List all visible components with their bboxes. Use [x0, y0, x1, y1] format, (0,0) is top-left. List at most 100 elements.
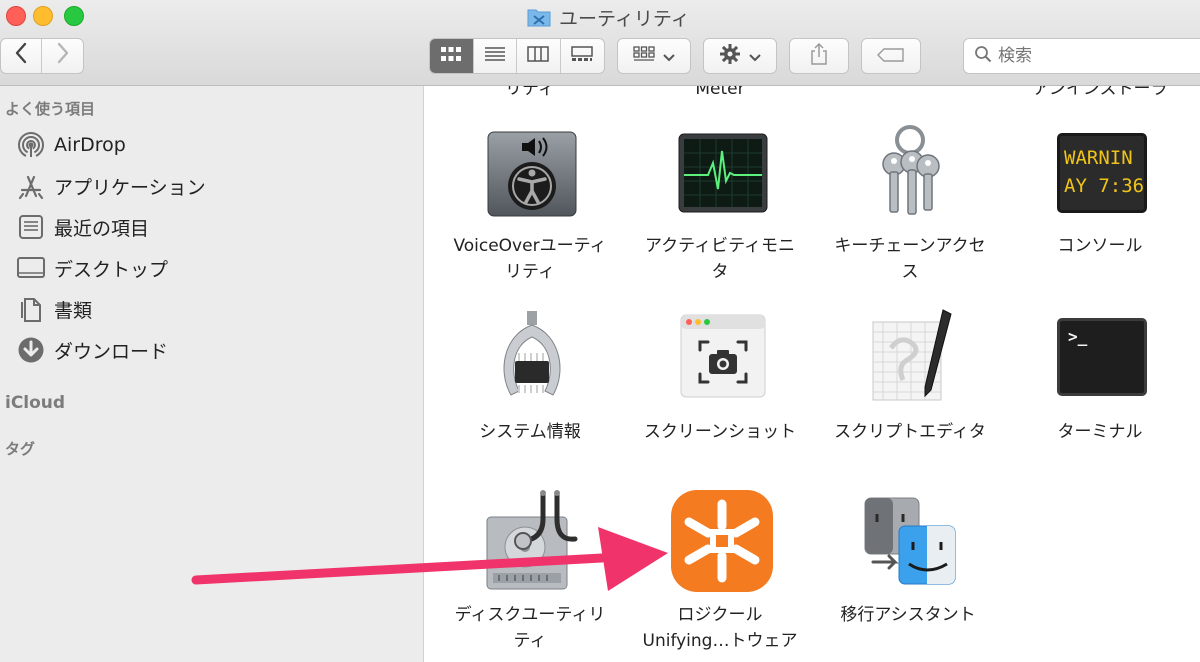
icloud-header: iCloud [5, 393, 66, 413]
search-input[interactable] [998, 46, 1198, 66]
share-icon [810, 42, 828, 69]
file-label-line: ロジクール [677, 605, 763, 625]
file-label-line: Unifying…トウェア [642, 631, 798, 651]
airdrop-icon [16, 130, 46, 160]
chevron-down-icon [749, 47, 761, 66]
system-information-app-icon[interactable] [489, 311, 575, 415]
file-label-line: タ [711, 262, 729, 282]
forward-button[interactable] [42, 39, 83, 73]
file-label[interactable]: アクティビティモニ タ [625, 233, 815, 285]
file-label[interactable]: VoiceOverユーティ リティ [435, 233, 625, 285]
sidebar-item-applications[interactable]: アプリケーション [16, 170, 206, 202]
view-mode-control [429, 38, 605, 74]
file-label-line: スクリーンショット [643, 422, 797, 442]
sidebar-item-label: ダウンロード [54, 340, 169, 363]
file-label-line: システム情報 [479, 422, 581, 442]
file-label[interactable]: システム情報 [435, 419, 625, 445]
sidebar-item-label: AirDrop [54, 134, 126, 156]
group-by-button[interactable] [617, 38, 691, 74]
terminal-app-icon[interactable]: >_ [1057, 318, 1147, 396]
file-label[interactable]: スクリーンショット [625, 419, 815, 445]
window-title: ユーティリティ [527, 4, 690, 30]
minimize-window-button[interactable] [33, 6, 53, 26]
chevron-right-icon [56, 41, 70, 71]
logicool-unifying-app-icon[interactable] [671, 490, 773, 592]
console-screen-text: WARNIN AY 7:36 [1064, 144, 1144, 200]
file-label-line: 移行アシスタント [840, 605, 976, 625]
recents-icon [16, 212, 46, 242]
file-label-partial[interactable]: Meter [625, 86, 815, 102]
sidebar-item-label: アプリケーション [54, 176, 206, 199]
file-label-line: ス [901, 262, 919, 282]
action-menu-button[interactable] [703, 38, 777, 74]
columns-icon [527, 46, 549, 66]
gear-icon [719, 43, 741, 69]
file-label-line: ティ [513, 631, 547, 651]
gallery-icon [571, 46, 593, 66]
console-line: WARNIN [1064, 147, 1133, 169]
tags-header: タグ [5, 440, 36, 458]
file-label-line: キーチェーンアクセ [834, 236, 986, 256]
favorites-header: よく使う項目 [5, 100, 96, 118]
zoom-window-button[interactable] [64, 6, 84, 26]
share-button[interactable] [789, 38, 849, 74]
window-title-text: ユーティリティ [559, 7, 690, 30]
documents-icon [16, 294, 46, 324]
sidebar-item-label: 最近の項目 [54, 217, 150, 240]
voiceover-utility-app-icon[interactable] [487, 131, 577, 221]
activity-monitor-app-icon[interactable] [678, 133, 768, 217]
downloads-icon [16, 335, 46, 365]
desktop-icon [16, 253, 46, 283]
utilities-folder-icon [527, 7, 551, 27]
window-toolbar: ユーティリティ [0, 0, 1200, 86]
file-label-partial[interactable]: リティ [435, 86, 625, 102]
gallery-view-button[interactable] [561, 39, 604, 73]
console-app-icon[interactable]: WARNIN AY 7:36 [1057, 133, 1147, 213]
file-label[interactable]: コンソール [1005, 233, 1195, 259]
close-window-button[interactable] [6, 6, 26, 26]
migration-assistant-app-icon[interactable] [863, 496, 959, 592]
chevron-down-icon [663, 47, 675, 66]
list-icon [484, 46, 506, 66]
file-label[interactable]: ターミナル [1005, 419, 1195, 445]
sidebar: よく使う項目 AirDrop アプリケーション 最近の項目 デスクトップ 書類 [0, 86, 424, 662]
column-view-button[interactable] [517, 39, 561, 73]
search-icon [974, 45, 992, 67]
file-label[interactable]: ディスクユーティリ ティ [435, 602, 625, 654]
prompt-icon: >_ [1068, 327, 1088, 346]
file-label-line: VoiceOverユーティ [453, 236, 607, 256]
file-label-line: ディスクユーティリ [454, 605, 606, 625]
sidebar-item-documents[interactable]: 書類 [16, 293, 92, 325]
script-editor-app-icon[interactable] [869, 308, 959, 408]
icon-grid-icon [440, 46, 462, 66]
file-label[interactable]: スクリプトエディタ [815, 419, 1005, 445]
file-label-partial[interactable]: アンインストーラ [1005, 86, 1195, 102]
screenshot-app-icon[interactable] [680, 314, 766, 402]
sidebar-item-desktop[interactable]: デスクトップ [16, 252, 168, 284]
chevron-left-icon [14, 41, 28, 71]
tags-button[interactable] [861, 38, 921, 74]
disk-utility-app-icon[interactable] [483, 489, 583, 595]
navigation-buttons [0, 38, 84, 74]
file-label-line: コンソール [1057, 236, 1143, 256]
search-field[interactable] [963, 38, 1200, 74]
sidebar-item-label: 書類 [54, 299, 93, 322]
file-label-line: ターミナル [1057, 422, 1143, 442]
back-button[interactable] [1, 39, 43, 73]
keychain-access-app-icon[interactable] [870, 124, 950, 224]
sidebar-item-label: デスクトップ [54, 258, 169, 281]
sidebar-item-recents[interactable]: 最近の項目 [16, 211, 149, 243]
file-label[interactable]: キーチェーンアクセ ス [815, 233, 1005, 285]
applications-icon [16, 171, 46, 201]
file-label[interactable]: 移行アシスタント [813, 602, 1003, 628]
group-grid-icon [633, 46, 655, 66]
file-grid: リティ Meter アンインストーラ VoiceOverユーティ リティ アクテ… [425, 86, 1200, 662]
file-label-line: アクティビティモニ [644, 236, 796, 256]
icon-view-button[interactable] [430, 39, 474, 73]
console-line: AY 7:36 [1064, 175, 1145, 197]
sidebar-item-airdrop[interactable]: AirDrop [16, 129, 126, 161]
file-label[interactable]: ロジクール Unifying…トウェア [625, 602, 815, 654]
sidebar-item-downloads[interactable]: ダウンロード [16, 334, 168, 366]
file-label-line: スクリプトエディタ [834, 422, 986, 442]
list-view-button[interactable] [474, 39, 517, 73]
